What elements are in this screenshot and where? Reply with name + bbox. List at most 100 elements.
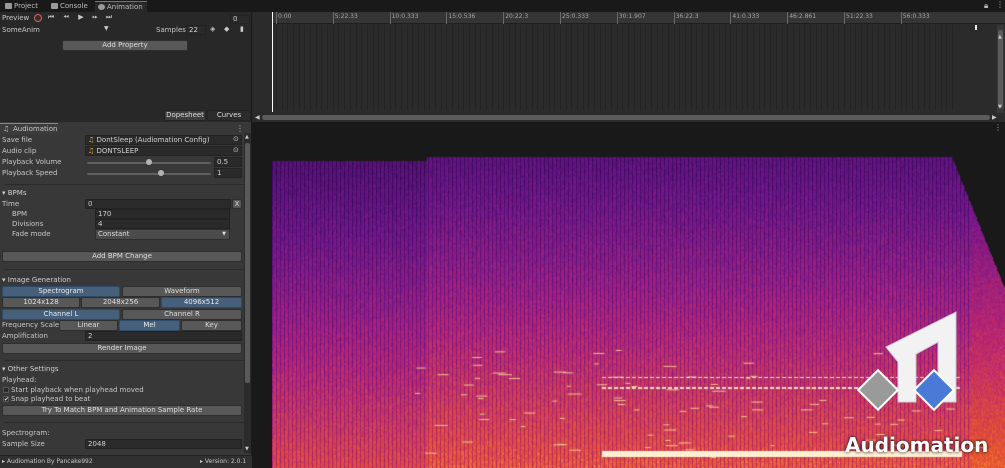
- timeline-gridline: [429, 25, 431, 110]
- scroll-down-icon[interactable]: ▼: [998, 104, 1002, 110]
- timeline-gridline: [645, 25, 647, 110]
- scroll-right-icon[interactable]: ▶: [992, 114, 997, 121]
- start-playback-checkbox[interactable]: [3, 387, 9, 393]
- samples-field[interactable]: 22: [186, 25, 206, 35]
- bpms-foldout[interactable]: ▾ BPMs: [2, 189, 26, 197]
- timeline-gridline: [662, 25, 664, 110]
- channel-r-button[interactable]: Channel R: [122, 309, 242, 320]
- waveform-mode-button[interactable]: Waveform: [122, 286, 242, 297]
- scroll-up-icon[interactable]: ▲: [245, 134, 249, 140]
- panel-menu-icon[interactable]: ⋮: [236, 124, 244, 133]
- timeline-gridline: [520, 25, 522, 110]
- render-image-button[interactable]: Render Image: [2, 343, 242, 354]
- chevron-down-icon[interactable]: ▼: [104, 25, 109, 32]
- bpm-field[interactable]: 170: [95, 209, 230, 219]
- spectrogram-subsection-label: Spectrogram:: [2, 429, 50, 437]
- clip-name[interactable]: SomeAnim: [2, 26, 40, 34]
- add-keyframe-icon[interactable]: ◈: [210, 25, 215, 33]
- first-frame-icon[interactable]: ⏮: [46, 13, 56, 22]
- timeline-gridline: [844, 25, 845, 110]
- panel-scroll-thumb[interactable]: [245, 143, 250, 383]
- clear-time-button[interactable]: X: [232, 199, 242, 209]
- timeline-gridline: [310, 25, 312, 110]
- sample-size-field[interactable]: 2048: [85, 439, 242, 449]
- timeline-gridline: [497, 25, 499, 110]
- add-event-icon[interactable]: ◆: [224, 25, 229, 33]
- playhead-line[interactable]: [272, 12, 273, 112]
- object-picker-icon[interactable]: ⊙: [233, 135, 239, 143]
- ruler-tick-label: 56:0.333: [902, 13, 930, 20]
- last-frame-icon[interactable]: ⏭: [104, 13, 114, 22]
- audio-clip-field[interactable]: ♫ DONTSLEEP: [85, 146, 242, 156]
- fade-mode-dropdown[interactable]: Constant ▼: [95, 229, 230, 240]
- timeline-gridline: [594, 25, 596, 110]
- more-menu-icon[interactable]: ⋮: [996, 0, 1004, 9]
- match-bpm-button[interactable]: Try To Match BPM and Animation Sample Ra…: [2, 405, 242, 416]
- playback-speed-slider-knob[interactable]: [158, 170, 165, 176]
- divider: [4, 184, 244, 185]
- tab-animation[interactable]: Animation: [95, 1, 147, 12]
- timeline-gridline: [474, 25, 476, 110]
- timeline-gridline: [366, 25, 368, 110]
- spectrogram-menu-icon[interactable]: ⋮: [994, 123, 1002, 132]
- add-bpm-change-button[interactable]: Add BPM Change: [2, 251, 242, 262]
- tab-dopesheet[interactable]: Dopesheet: [164, 110, 206, 121]
- end-marker[interactable]: [975, 25, 977, 30]
- playback-volume-slider-knob[interactable]: [146, 159, 152, 165]
- event-marker-icon[interactable]: ▮: [240, 25, 244, 33]
- ruler-tick-label: 51:22.33: [846, 13, 873, 20]
- scroll-down-icon[interactable]: ▼: [245, 446, 249, 452]
- mel-scale-button[interactable]: Mel: [119, 320, 180, 331]
- ruler-tick: [276, 12, 277, 24]
- linear-scale-button[interactable]: Linear: [59, 320, 118, 331]
- frequency-scale-label: Frequency Scale: [2, 321, 60, 329]
- scroll-up-icon[interactable]: ▲: [998, 34, 1002, 40]
- add-property-button[interactable]: Add Property: [62, 40, 188, 51]
- lock-icon[interactable]: 🔒︎: [984, 1, 988, 11]
- ruler-tick-label: 25:0.333: [562, 13, 589, 20]
- music-note-icon: ♫: [3, 125, 10, 133]
- amplification-field[interactable]: 2: [85, 331, 242, 341]
- spectrogram-mode-button[interactable]: Spectrogram: [2, 286, 120, 297]
- tab-console[interactable]: Console: [48, 1, 92, 12]
- timeline-gridline: [940, 25, 942, 110]
- timeline-horizontal-scrollbar[interactable]: [262, 115, 990, 120]
- channel-l-button[interactable]: Channel L: [2, 309, 120, 320]
- prev-frame-icon[interactable]: ⏪︎: [61, 13, 71, 22]
- playback-volume-field[interactable]: 0.5: [214, 157, 242, 167]
- timeline-vertical-scroll-thumb[interactable]: [998, 30, 1003, 108]
- timeline-gridline: [457, 25, 459, 110]
- resolution-2048-button[interactable]: 2048x256: [81, 297, 160, 308]
- divisions-label: Divisions: [12, 220, 44, 228]
- key-scale-button[interactable]: Key: [181, 320, 242, 331]
- tab-audiomation[interactable]: ♫ Audiomation: [0, 123, 58, 134]
- divisions-field[interactable]: 4: [95, 219, 230, 229]
- timeline-gridline: [514, 25, 516, 110]
- time-field[interactable]: 0: [85, 199, 231, 209]
- playback-speed-slider[interactable]: [87, 173, 211, 175]
- ruler-tick: [503, 12, 505, 24]
- ruler-tick-label: 20:22.3: [505, 13, 529, 20]
- amplification-label: Amplification: [2, 332, 48, 340]
- resolution-1024-button[interactable]: 1024x128: [2, 297, 80, 308]
- other-settings-foldout[interactable]: ▾ Other Settings: [2, 365, 59, 373]
- next-frame-icon[interactable]: ⏩︎: [90, 13, 100, 22]
- timeline-ruler[interactable]: 0:00 5:22.33 10:0.333 15:0.536 20:22.3 25:0.3…: [272, 12, 1005, 24]
- save-file-field[interactable]: ♫ DontSleep (Audiomation Config): [85, 135, 242, 145]
- object-picker-icon[interactable]: ⊙: [233, 146, 239, 154]
- audiomation-panel: ♫ Audiomation ⋮ Save file ♫ DontSleep (A…: [0, 122, 252, 468]
- tab-curves[interactable]: Curves: [207, 110, 251, 121]
- playback-speed-label: Playback Speed: [2, 169, 58, 177]
- timeline-gridline: [452, 25, 454, 110]
- timeline-gridline: [633, 25, 635, 110]
- resolution-4096-button[interactable]: 4096x512: [161, 297, 242, 308]
- tab-project[interactable]: Project: [2, 1, 46, 12]
- play-icon[interactable]: ▶: [76, 13, 86, 22]
- scroll-left-icon[interactable]: ◀: [255, 114, 260, 121]
- record-icon[interactable]: [34, 14, 42, 22]
- image-generation-foldout[interactable]: ▾ Image Generation: [2, 276, 71, 284]
- timeline-gridline: [525, 25, 527, 110]
- snap-playhead-checkbox[interactable]: ✔: [3, 396, 9, 403]
- playback-speed-field[interactable]: 1: [214, 168, 242, 178]
- frame-field[interactable]: 0: [230, 15, 250, 24]
